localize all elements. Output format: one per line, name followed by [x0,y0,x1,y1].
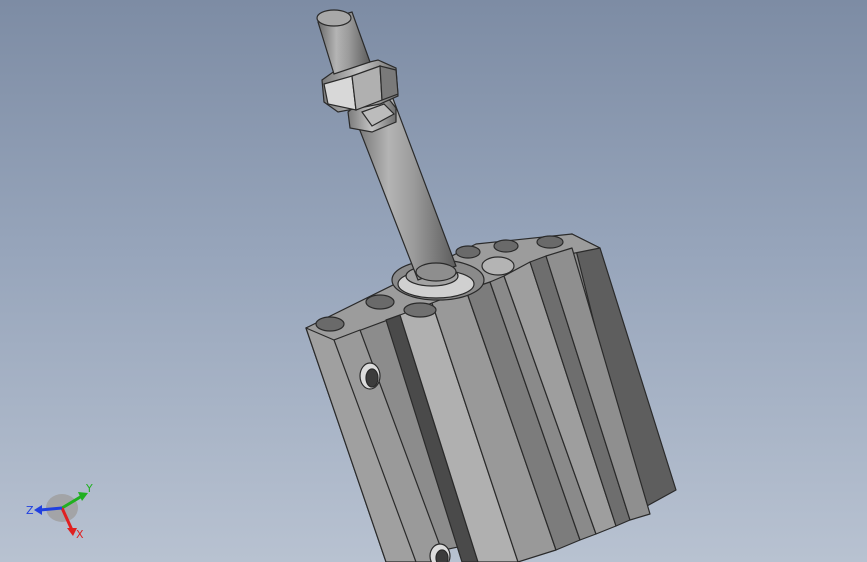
top-mount-hole-1 [315,316,345,332]
z-axis-line [39,506,63,512]
x-axis-label: X [76,528,84,541]
cad-graphics-viewport[interactable]: Y X Z [0,0,867,562]
side-port-hole-upper-inner [365,368,379,388]
top-mount-hole-5 [493,239,519,253]
z-axis-label: Z [26,504,34,517]
top-mount-hole-6 [536,235,564,249]
cylinder-body [305,233,677,562]
top-mount-hole-7 [481,256,515,276]
z-axis-arrow-icon [34,505,42,515]
top-mount-hole-4 [455,245,481,259]
cylinder-3d-model[interactable] [0,0,867,562]
axis-triad[interactable]: Y X Z [22,478,102,548]
top-mount-hole-3 [403,302,437,318]
top-mount-hole-2 [365,294,395,310]
threaded-rod-end [316,9,371,75]
hex-nut-upper-flat-3 [379,65,399,101]
y-axis-label: Y [85,482,93,495]
rod-shaft-end [415,262,457,282]
rod-end-face [316,9,352,27]
side-port-hole-lower-inner [435,549,449,562]
